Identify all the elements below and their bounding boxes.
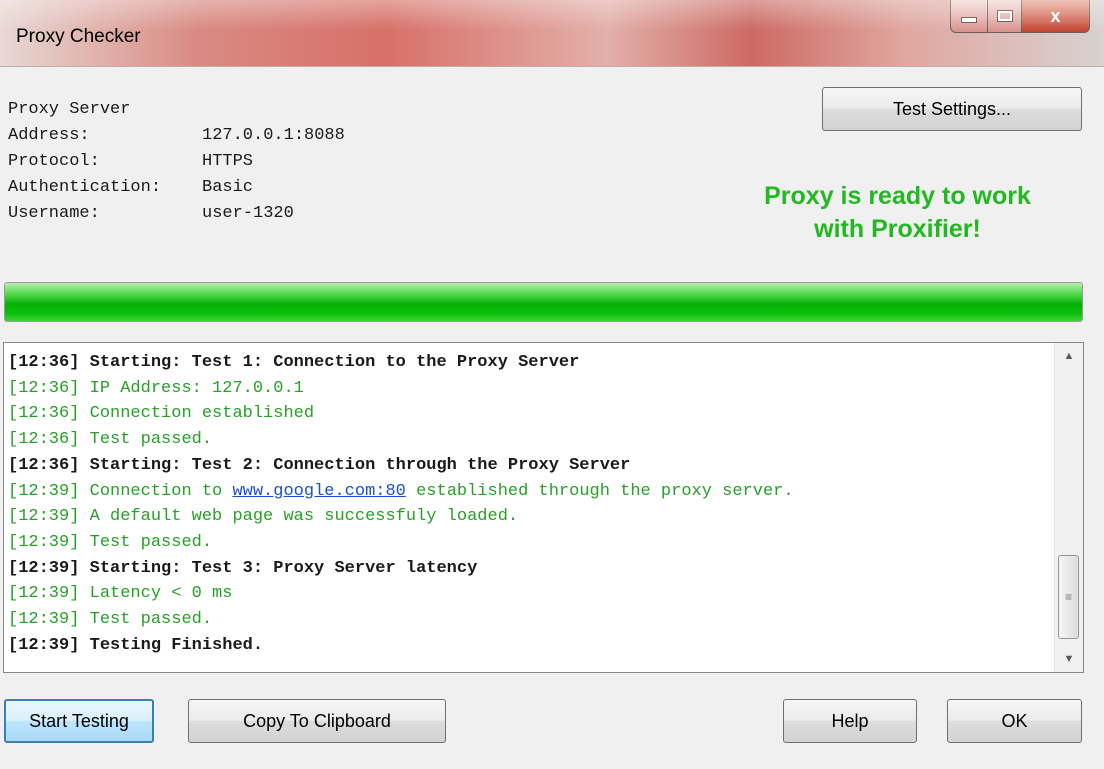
log-line-text: Latency < 0 ms <box>89 584 233 604</box>
ok-button[interactable]: OK <box>947 699 1082 743</box>
window-controls: x <box>950 0 1090 34</box>
scroll-grip-icon: ≡ <box>1064 590 1072 604</box>
close-button[interactable]: x <box>1022 0 1090 33</box>
log-line-text: Test passed. <box>89 532 213 552</box>
progress-bar-fill <box>5 283 1082 321</box>
log-line-text: Connection to <box>89 481 233 501</box>
test-log[interactable]: [12:36] Starting: Test 1: Connection to … <box>3 342 1084 673</box>
proxy-authentication-value: Basic <box>202 178 254 197</box>
log-line-time: [12:39] <box>8 532 90 552</box>
log-line-text: Starting: Test 1: Connection to the Prox… <box>89 353 580 372</box>
test-log-lines: [12:36] Starting: Test 1: Connection to … <box>8 350 1053 658</box>
copy-to-clipboard-button[interactable]: Copy To Clipboard <box>188 699 446 743</box>
log-line-text: Test passed. <box>89 610 213 630</box>
log-line: [12:39] Test passed. <box>8 607 1053 633</box>
proxy-address-row: Address: 127.0.0.1:8088 <box>8 123 345 149</box>
log-line-time: [12:36] <box>8 430 90 450</box>
log-line-time: [12:39] <box>8 507 90 527</box>
log-line-text: Starting: Test 2: Connection through the… <box>89 455 631 475</box>
client-area: Proxy Server Address: 127.0.0.1:8088 Pro… <box>0 67 1104 769</box>
log-line: [12:39] A default web page was successfu… <box>8 504 1053 530</box>
log-line-time: [12:36] <box>8 378 90 398</box>
status-message-line-1: Proxy is ready to work <box>764 182 1031 210</box>
minimize-button[interactable] <box>950 0 988 33</box>
proxy-protocol-label: Protocol: <box>8 152 100 171</box>
log-scrollbar[interactable]: ▲ ≡ ▼ <box>1054 343 1083 672</box>
proxy-info-heading: Proxy Server <box>8 100 131 119</box>
log-line: [12:36] Starting: Test 2: Connection thr… <box>8 453 1053 479</box>
log-line-text: Test passed. <box>89 430 213 450</box>
log-line-time: [12:39] <box>8 584 90 604</box>
log-line: [12:39] Starting: Test 3: Proxy Server l… <box>8 556 1053 582</box>
log-line-time: [12:36] <box>8 455 90 475</box>
proxy-protocol-row: Protocol: HTTPS <box>8 149 345 175</box>
proxy-address-label: Address: <box>8 126 90 145</box>
proxy-info-panel: Proxy Server Address: 127.0.0.1:8088 Pro… <box>8 97 345 227</box>
proxy-username-value: user-1320 <box>202 204 294 223</box>
test-settings-button[interactable]: Test Settings... <box>822 87 1082 131</box>
log-line-text: Starting: Test 3: Proxy Server latency <box>89 558 478 578</box>
window-title: Proxy Checker <box>16 26 141 47</box>
proxy-username-label: Username: <box>8 204 100 223</box>
maximize-button[interactable] <box>988 0 1022 33</box>
log-line-time: [12:39] <box>8 635 90 655</box>
log-line-text: A default web page was successfuly loade… <box>89 507 519 527</box>
log-line: [12:36] IP Address: 127.0.0.1 <box>8 376 1053 402</box>
log-line: [12:39] Latency < 0 ms <box>8 581 1053 607</box>
maximize-icon <box>996 10 1013 22</box>
log-line-time: [12:39] <box>8 558 90 578</box>
progress-bar <box>4 282 1083 322</box>
proxy-protocol-value: HTTPS <box>202 152 254 171</box>
close-icon: x <box>1050 5 1061 26</box>
scroll-up-arrow-icon[interactable]: ▲ <box>1055 343 1083 369</box>
log-line-text-after: established through the proxy server. <box>405 481 794 501</box>
log-line-text: IP Address: 127.0.0.1 <box>89 378 304 398</box>
minimize-icon <box>961 17 977 23</box>
log-line: [12:36] Starting: Test 1: Connection to … <box>8 350 1053 376</box>
proxy-checker-window: Proxy Checker x Proxy Server Address: 12… <box>0 0 1104 769</box>
start-testing-button[interactable]: Start Testing <box>4 699 154 743</box>
scroll-down-arrow-icon[interactable]: ▼ <box>1055 646 1083 672</box>
title-bar[interactable]: Proxy Checker x <box>0 0 1104 67</box>
log-line-time: [12:39] <box>8 610 90 630</box>
log-line-text: Testing Finished. <box>89 635 264 655</box>
proxy-address-value: 127.0.0.1:8088 <box>202 126 345 145</box>
status-message: Proxy is ready to work with Proxifier! <box>700 180 1095 246</box>
proxy-username-row: Username: user-1320 <box>8 201 345 227</box>
log-line: [12:36] Test passed. <box>8 427 1053 453</box>
log-line-time: [12:36] <box>8 404 90 424</box>
log-line-time: [12:39] <box>8 481 90 501</box>
log-line: [12:36] Connection established <box>8 401 1053 427</box>
log-line: [12:39] Testing Finished. <box>8 633 1053 659</box>
log-line-link[interactable]: www.google.com:80 <box>232 482 405 501</box>
status-message-line-2: with Proxifier! <box>814 215 981 243</box>
log-line: [12:39] Connection to www.google.com:80 … <box>8 479 1053 505</box>
log-line-text: Connection established <box>89 404 315 424</box>
proxy-authentication-label: Authentication: <box>8 178 162 197</box>
proxy-authentication-row: Authentication: Basic <box>8 175 345 201</box>
scroll-thumb[interactable]: ≡ <box>1058 555 1079 639</box>
log-line: [12:39] Test passed. <box>8 530 1053 556</box>
log-line-time: [12:36] <box>8 353 90 372</box>
help-button[interactable]: Help <box>783 699 917 743</box>
